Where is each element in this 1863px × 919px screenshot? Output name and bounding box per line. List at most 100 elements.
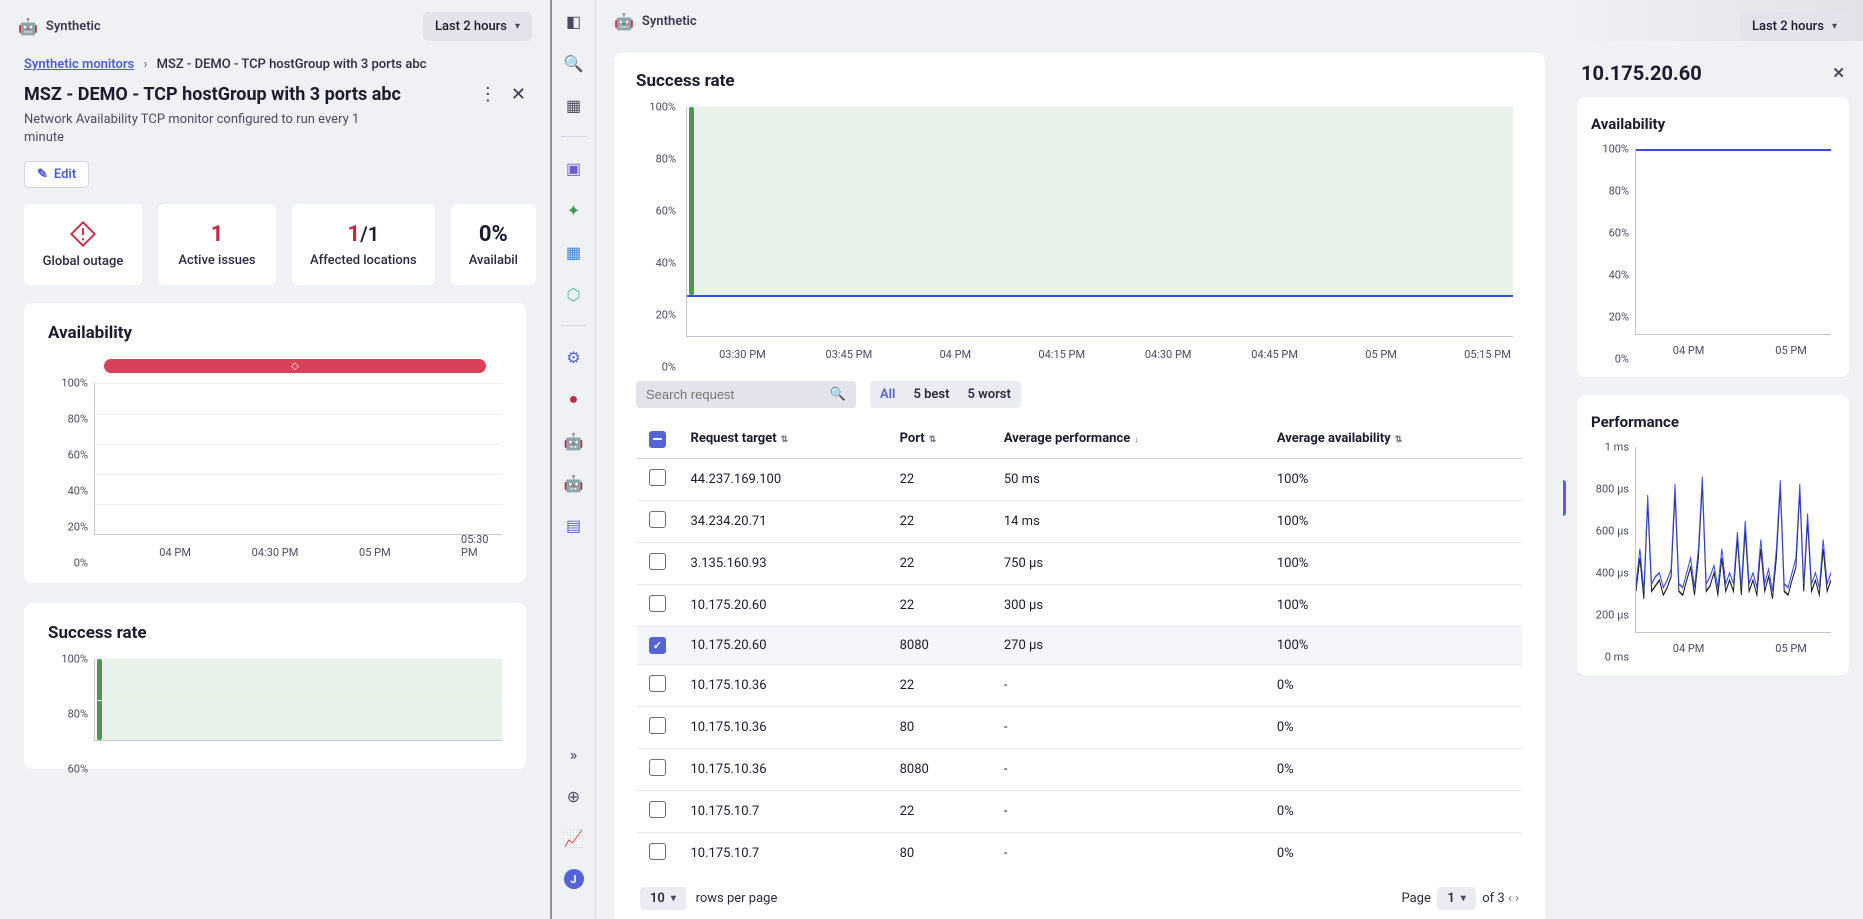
cell-perf: -	[992, 664, 1265, 706]
more-menu-icon[interactable]: ⋮	[479, 84, 497, 105]
right-availability-title: Availability	[1591, 115, 1835, 133]
cell-perf: -	[992, 706, 1265, 748]
sort-desc-icon: ↓	[1134, 435, 1139, 445]
apps-grid-icon[interactable]: ▦	[563, 94, 585, 116]
row-checkbox[interactable]	[649, 511, 666, 528]
breadcrumb-root[interactable]: Synthetic monitors	[24, 57, 134, 72]
requests-table: Request target⇅ Port⇅ Average performanc…	[636, 418, 1523, 875]
globe-icon[interactable]: ⊕	[563, 785, 585, 807]
search-icon[interactable]: 🔍	[563, 52, 585, 74]
success-rate-chart-left[interactable]: ⠿ 📊 100% 80% 60%	[48, 659, 502, 769]
table-row[interactable]: 10.175.10.722-0%	[637, 790, 1523, 832]
problems-icon[interactable]: ●	[563, 388, 585, 410]
settings-icon[interactable]: ⚙	[563, 346, 585, 368]
right-performance-chart[interactable]: 1 ms 800 µs 600 µs 400 µs 200 µs 0 ms 04…	[1591, 447, 1835, 657]
search-icon[interactable]: 🔍	[830, 387, 846, 402]
stat-label: Global outage	[43, 254, 124, 269]
col-avail[interactable]: Average availability⇅	[1265, 419, 1523, 459]
row-checkbox[interactable]	[649, 843, 666, 860]
success-rate-title: Success rate	[636, 71, 1523, 91]
stat-label: Availabil	[469, 253, 518, 268]
outage-bar[interactable]: ◇	[104, 359, 486, 373]
col-target[interactable]: Request target⇅	[679, 419, 888, 459]
time-picker-right[interactable]: Last 2 hours ▾	[1740, 12, 1849, 41]
expand-icon[interactable]: »	[563, 743, 585, 765]
page-select[interactable]: 1▾	[1437, 887, 1475, 910]
stat-availability[interactable]: 0% Availabil	[451, 204, 536, 285]
row-checkbox[interactable]	[649, 553, 666, 570]
time-picker-left[interactable]: Last 2 hours ▾	[423, 12, 532, 41]
stat-label: Affected locations	[310, 253, 417, 268]
prev-page-button[interactable]: ‹	[1508, 891, 1512, 906]
cell-avail: 100%	[1265, 542, 1523, 584]
cell-perf: -	[992, 832, 1265, 874]
cell-avail: 100%	[1265, 500, 1523, 542]
row-checkbox[interactable]	[649, 595, 666, 612]
table-row[interactable]: 10.175.10.3622-0%	[637, 664, 1523, 706]
stat-affected-locations[interactable]: 1/1 Affected locations	[292, 204, 435, 285]
search-input[interactable]	[646, 387, 830, 402]
table-row[interactable]: 10.175.10.368080-0%	[637, 748, 1523, 790]
row-checkbox[interactable]	[649, 717, 666, 734]
table-row[interactable]: 10.175.10.3680-0%	[637, 706, 1523, 748]
availability-title: Availability	[48, 323, 502, 343]
resize-handle[interactable]	[1563, 480, 1566, 516]
cell-avail: 0%	[1265, 706, 1523, 748]
robot-alt-icon[interactable]: 🤖	[563, 472, 585, 494]
filter-best[interactable]: 5 best	[913, 387, 949, 402]
table-row[interactable]: 34.234.20.712214 ms100%	[637, 500, 1523, 542]
synthetic-icon[interactable]: 🤖	[563, 430, 585, 452]
table-row[interactable]: 10.175.20.6022300 µs100%	[637, 584, 1523, 626]
chevron-down-icon: ▾	[1832, 21, 1837, 32]
cell-target: 10.175.10.36	[679, 706, 888, 748]
edit-button[interactable]: ✎ Edit	[24, 161, 89, 188]
row-checkbox[interactable]	[649, 801, 666, 818]
breadcrumb: Synthetic monitors › MSZ - DEMO - TCP ho…	[0, 53, 550, 74]
cell-target: 10.175.10.7	[679, 832, 888, 874]
availability-chart[interactable]: 100% 80% 60% 40% 20% 0% 04 PM 04:30 PM 0…	[48, 383, 502, 563]
user-avatar-icon[interactable]: J	[564, 869, 584, 889]
next-page-button[interactable]: ›	[1515, 891, 1519, 906]
stat-global-outage[interactable]: Global outage	[24, 204, 142, 285]
sort-icon: ⇅	[1395, 435, 1403, 445]
col-perf[interactable]: Average performance↓	[992, 419, 1265, 459]
right-availability-chart[interactable]: 100% 80% 60% 40% 20% 0% 04 PM 05 PM	[1591, 149, 1835, 359]
row-checkbox[interactable]	[649, 469, 666, 486]
cell-port: 8080	[888, 626, 992, 664]
rows-label: rows per page	[696, 891, 778, 906]
close-detail-icon[interactable]: ✕	[1832, 64, 1845, 82]
rows-per-page-select[interactable]: 10▾	[640, 887, 686, 910]
table-row[interactable]: 44.237.169.1002250 ms100%	[637, 458, 1523, 500]
table-row[interactable]: ✓10.175.20.608080270 µs100%	[637, 626, 1523, 664]
hex-icon[interactable]: ⬡	[563, 283, 585, 305]
reports-icon[interactable]: 📈	[563, 827, 585, 849]
table-row[interactable]: 10.175.10.780-0%	[637, 832, 1523, 874]
services-icon[interactable]: ✦	[563, 199, 585, 221]
table-row[interactable]: 3.135.160.9322750 µs100%	[637, 542, 1523, 584]
cube-icon[interactable]: ▣	[563, 157, 585, 179]
cell-perf: 300 µs	[992, 584, 1265, 626]
logo-icon[interactable]: ◧	[563, 10, 585, 32]
cell-avail: 0%	[1265, 664, 1523, 706]
cell-perf: 50 ms	[992, 458, 1265, 500]
col-port[interactable]: Port⇅	[888, 419, 992, 459]
filter-worst[interactable]: 5 worst	[967, 387, 1010, 402]
grid-icon[interactable]: ▦	[563, 241, 585, 263]
stat-value: 0%	[479, 222, 508, 247]
stat-active-issues[interactable]: 1 Active issues	[158, 204, 276, 285]
row-checkbox[interactable]	[649, 675, 666, 692]
row-checkbox[interactable]: ✓	[649, 637, 666, 654]
cell-perf: 14 ms	[992, 500, 1265, 542]
cell-port: 22	[888, 542, 992, 584]
cell-target: 34.234.20.71	[679, 500, 888, 542]
row-checkbox[interactable]	[649, 759, 666, 776]
select-all-checkbox[interactable]	[649, 431, 666, 448]
dashboards-icon[interactable]: ▤	[563, 514, 585, 536]
success-rate-chart[interactable]: 100% 80% 60% 40% 20% 0% 03:30 PM 03:45 P…	[636, 107, 1523, 367]
filter-all[interactable]: All	[880, 387, 895, 402]
robot-icon: 🤖	[18, 17, 38, 36]
cell-target: 10.175.20.60	[679, 626, 888, 664]
alert-diamond-icon	[69, 220, 97, 248]
sort-icon: ⇅	[929, 435, 937, 445]
close-icon[interactable]: ✕	[511, 84, 526, 105]
